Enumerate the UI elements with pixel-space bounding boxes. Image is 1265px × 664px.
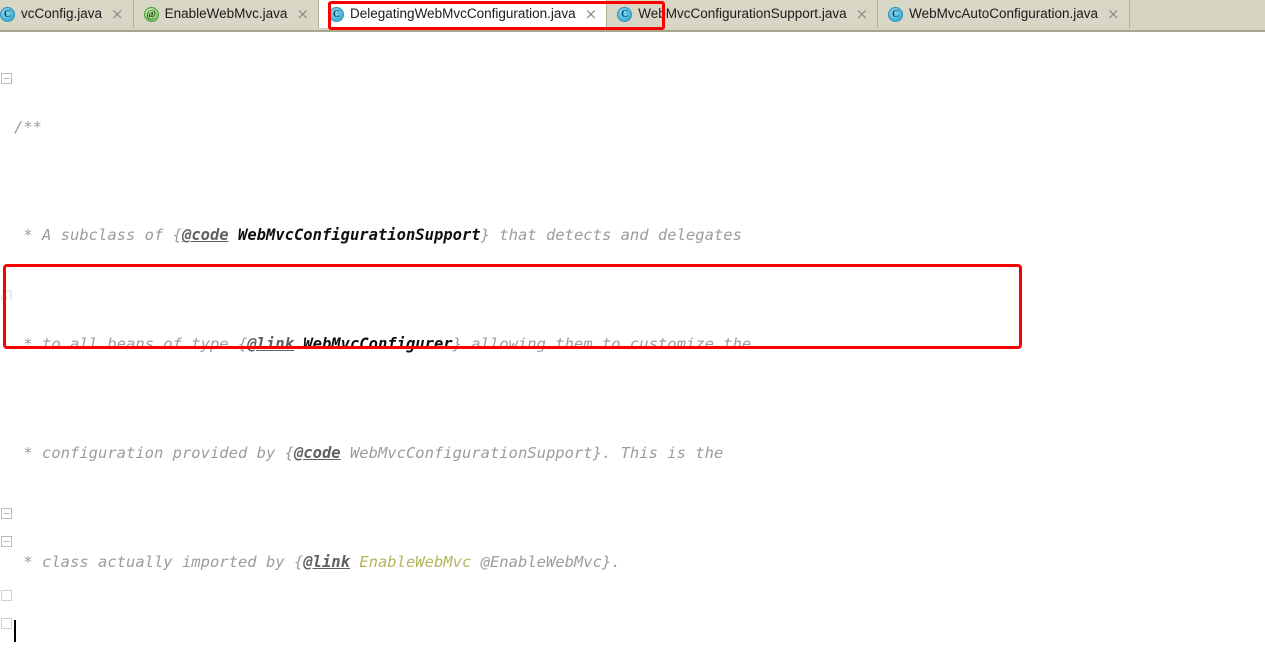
tab-label: WebMvcAutoConfiguration.java	[909, 6, 1099, 22]
code-editor[interactable]: /** * A subclass of {@code WebMvcConfigu…	[0, 32, 1265, 664]
close-icon[interactable]: ×	[1107, 6, 1120, 22]
tab-vcconfig[interactable]: C vcConfig.java ×	[0, 0, 134, 28]
close-icon[interactable]: ×	[111, 6, 124, 22]
code-token-comment: /**	[14, 117, 42, 136]
tab-label: WebMvcConfigurationSupport.java	[638, 6, 847, 22]
code-token-javadoc-tag: @code	[293, 444, 341, 462]
tab-label: vcConfig.java	[21, 6, 103, 22]
close-icon[interactable]: ×	[585, 6, 598, 22]
close-icon[interactable]: ×	[296, 6, 309, 22]
code-token-comment: } that detects and delegates	[480, 226, 742, 245]
annotation-icon: @	[143, 6, 159, 22]
editor-tab-bar[interactable]: C vcConfig.java × @ EnableWebMvc.java × …	[0, 0, 1265, 32]
code-content[interactable]: /** * A subclass of {@code WebMvcConfigu…	[0, 32, 1265, 664]
tab-label: EnableWebMvc.java	[164, 6, 288, 22]
code-line: * configuration provided by {@code WebMv…	[0, 440, 1265, 467]
code-token-javadoc-code: WebMvcConfigurer	[293, 335, 453, 354]
code-token-comment: WebMvcConfigurationSupport}. This is the	[340, 444, 724, 462]
code-line: * class actually imported by {@link Enab…	[0, 549, 1265, 576]
class-icon: C	[888, 6, 904, 22]
tab-enablewebmvc[interactable]: @ EnableWebMvc.java ×	[133, 0, 320, 28]
tab-webmvcautoconfiguration[interactable]: C WebMvcAutoConfiguration.java ×	[878, 0, 1130, 28]
code-token-javadoc-code: WebMvcConfigurationSupport	[228, 226, 481, 245]
code-token-comment: * configuration provided by {	[14, 444, 294, 462]
code-token-comment: * class actually imported by {	[14, 552, 304, 571]
code-line: * to all beans of type {@link WebMvcConf…	[0, 331, 1265, 358]
code-token-javadoc-link-ref: EnableWebMvc	[349, 552, 472, 571]
code-line: /**	[0, 114, 1265, 141]
code-token-comment: @EnableWebMvc}.	[471, 552, 621, 571]
code-token-javadoc-tag: @link	[247, 335, 294, 354]
code-line: * A subclass of {@code WebMvcConfigurati…	[0, 222, 1265, 249]
code-token-javadoc-tag: @link	[303, 552, 350, 571]
class-icon: C	[617, 6, 633, 22]
class-icon: C	[0, 6, 15, 22]
code-token-javadoc-tag: @code	[181, 226, 229, 245]
text-caret	[14, 620, 16, 642]
tab-delegatingwebmvcconfiguration[interactable]: C DelegatingWebMvcConfiguration.java ×	[319, 0, 608, 28]
tab-webmvcconfigurationsupport[interactable]: C WebMvcConfigurationSupport.java ×	[607, 0, 879, 28]
code-line: *	[0, 658, 1265, 664]
code-token-comment: } allowing them to customize the	[452, 335, 752, 354]
code-token-comment: * to all beans of type {	[14, 335, 248, 354]
close-icon[interactable]: ×	[856, 6, 869, 22]
class-icon: C	[329, 6, 345, 22]
code-token-comment: * A subclass of {	[14, 226, 182, 245]
tab-label: DelegatingWebMvcConfiguration.java	[350, 6, 576, 22]
